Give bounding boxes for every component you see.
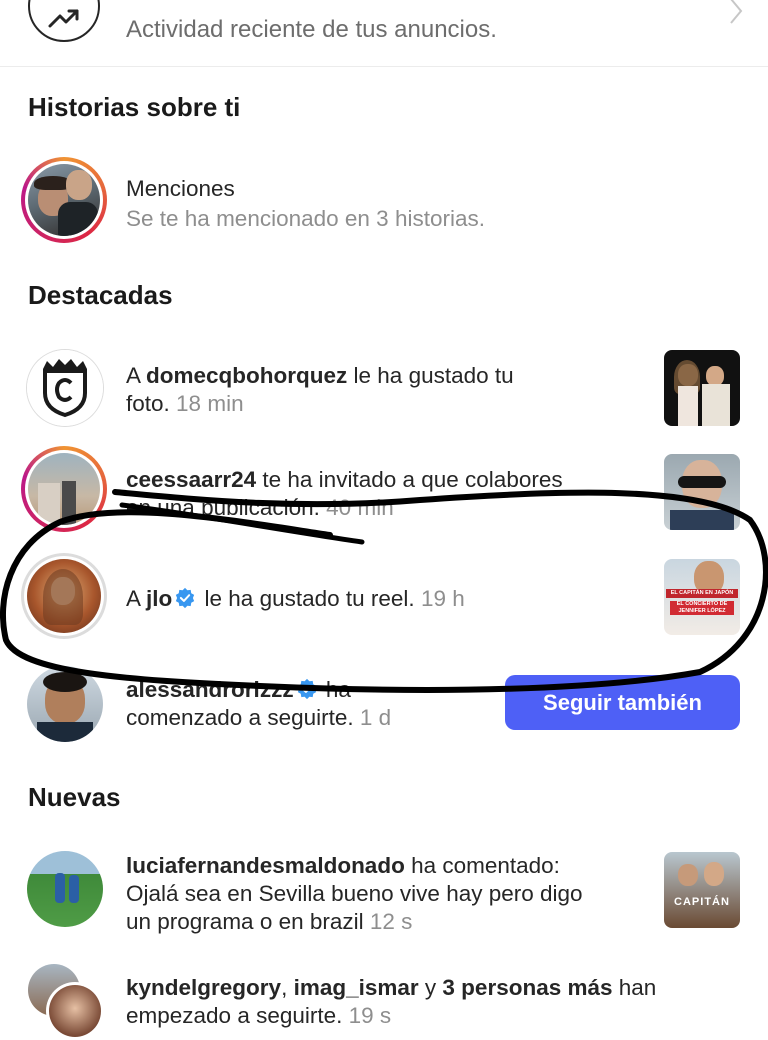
chevron-right-icon bbox=[730, 0, 743, 24]
username-link[interactable]: domecqbohorquez bbox=[146, 363, 347, 388]
timestamp: 19 h bbox=[420, 586, 465, 611]
avatar[interactable] bbox=[27, 851, 103, 927]
username-link[interactable]: luciafernandesmaldonado bbox=[126, 853, 405, 878]
text: A bbox=[126, 363, 147, 388]
text: han bbox=[612, 975, 657, 1000]
post-thumbnail[interactable] bbox=[664, 454, 740, 530]
list-item[interactable]: ceessaarr24 te ha invitado a que colabor… bbox=[0, 446, 768, 536]
section-title-stories: Historias sobre ti bbox=[28, 92, 241, 122]
text: empezado a seguirte. bbox=[126, 1003, 343, 1028]
follow-back-button[interactable]: Seguir también bbox=[505, 675, 740, 730]
crest-logo bbox=[43, 359, 87, 418]
thumbnail-title: CAPITÁN bbox=[674, 896, 730, 908]
reel-thumbnail[interactable]: EL CAPITÁN EN JAPÓN EL CONCIERTO DE JENN… bbox=[664, 559, 740, 635]
ads-activity-label: Actividad reciente de tus anuncios. bbox=[126, 16, 497, 43]
section-title-new: Nuevas bbox=[28, 782, 121, 812]
timestamp: 18 min bbox=[176, 391, 244, 416]
username-link[interactable]: jlo bbox=[146, 586, 172, 611]
comment-text: Ojalá sea en Sevilla bueno vive hay pero… bbox=[126, 881, 583, 906]
trending-up-icon bbox=[28, 0, 100, 42]
avatar[interactable] bbox=[26, 349, 104, 427]
verified-badge-icon bbox=[297, 678, 316, 700]
reel-thumbnail-title: EL CAPITÁN EN JAPÓN bbox=[666, 589, 738, 598]
avatar bbox=[21, 157, 107, 243]
post-thumbnail[interactable]: CAPITÁN bbox=[664, 852, 740, 928]
avatar[interactable] bbox=[21, 553, 107, 639]
text: foto. bbox=[126, 391, 170, 416]
section-title-featured: Destacadas bbox=[28, 280, 173, 310]
text: comenzado a seguirte. bbox=[126, 705, 354, 730]
text: te ha invitado a que colabores bbox=[256, 467, 563, 492]
post-thumbnail[interactable] bbox=[664, 350, 740, 426]
text: ha bbox=[319, 677, 351, 702]
username-link[interactable]: ceessaarr24 bbox=[126, 467, 256, 492]
mentions-subtitle: Se te ha mencionado en 3 historias. bbox=[126, 206, 485, 231]
reel-thumbnail-subtitle: EL CONCIERTO DE JENNIFER LÓPEZ bbox=[670, 601, 734, 615]
list-item[interactable]: kyndelgregory, imag_ismar y 3 personas m… bbox=[0, 962, 768, 1040]
list-item[interactable]: A jlo le ha gustado tu reel. 19 h EL CAP… bbox=[0, 553, 768, 643]
avatar[interactable] bbox=[46, 982, 104, 1040]
username-link[interactable]: imag_ismar bbox=[294, 975, 419, 1000]
text: A bbox=[126, 586, 147, 611]
mentions-title: Menciones bbox=[126, 176, 235, 201]
ads-activity-row[interactable]: Actividad reciente de tus anuncios. bbox=[0, 0, 768, 67]
text: y bbox=[418, 975, 443, 1000]
others-link[interactable]: 3 personas más bbox=[442, 975, 612, 1000]
list-item[interactable]: luciafernandesmaldonado ha comentado: Oj… bbox=[0, 848, 768, 940]
text: en una publicación. bbox=[126, 495, 320, 520]
timestamp: 12 s bbox=[369, 909, 413, 934]
avatar[interactable] bbox=[27, 666, 103, 742]
timestamp: 40 min bbox=[326, 495, 394, 520]
text: , bbox=[281, 975, 294, 1000]
username-link[interactable]: alessandrorizzz bbox=[126, 677, 294, 702]
avatar[interactable] bbox=[21, 446, 107, 532]
divider bbox=[0, 66, 768, 67]
verified-badge-icon bbox=[176, 587, 195, 609]
mentions-row[interactable]: Menciones Se te ha mencionado en 3 histo… bbox=[0, 155, 768, 247]
list-item[interactable]: A domecqbohorquez le ha gustado tu foto.… bbox=[0, 348, 768, 428]
comment-text: un programa o en brazil bbox=[126, 909, 364, 934]
timestamp: 19 s bbox=[348, 1003, 392, 1028]
text: le ha gustado tu bbox=[347, 363, 514, 388]
username-link[interactable]: kyndelgregory bbox=[126, 975, 281, 1000]
text: le ha gustado tu reel. bbox=[198, 586, 415, 611]
text: ha comentado: bbox=[404, 853, 560, 878]
timestamp: 1 d bbox=[359, 705, 392, 730]
